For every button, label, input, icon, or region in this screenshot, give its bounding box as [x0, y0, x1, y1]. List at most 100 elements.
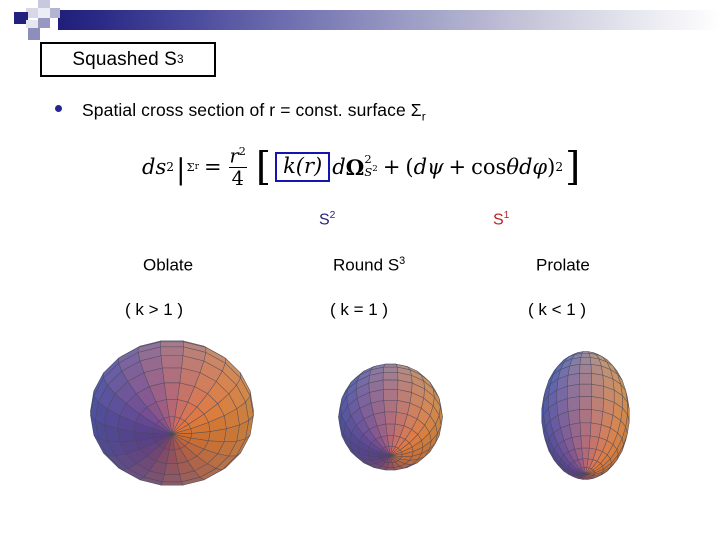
mesh-face: [578, 396, 593, 410]
s2-label: S2: [319, 210, 335, 229]
column-heading-prolate-text: Prolate: [536, 255, 590, 275]
figure-prolate-ellipsoid: [528, 338, 643, 493]
equation-lhs-superscript: 2: [166, 160, 174, 174]
ellipsoid-mesh: [90, 340, 254, 486]
ellipsoid-mesh: [338, 363, 443, 471]
k-value-oblate: ( k > 1 ): [125, 300, 184, 319]
equation-paren-open: (: [405, 155, 414, 179]
slide-title-box: Squashed S3: [40, 42, 216, 77]
mesh-face: [589, 422, 602, 438]
mesh-face: [579, 364, 592, 374]
mesh-face: [567, 396, 580, 412]
equation-dpsi: dψ: [413, 155, 444, 179]
deco-square: [50, 8, 60, 18]
mesh-face: [163, 463, 181, 475]
s2-label-base: S: [319, 211, 330, 229]
equation-bracket-open: [: [255, 145, 272, 191]
mesh-face: [160, 355, 184, 369]
equation-paren-superscript: 2: [555, 160, 564, 174]
header-gradient-bar: [58, 10, 720, 30]
mesh-face: [580, 352, 591, 358]
s1-label-superscript: 1: [503, 210, 510, 221]
mesh-face: [160, 346, 184, 357]
mesh-face: [569, 422, 582, 438]
omega-subscript-superscript: 2: [372, 164, 378, 175]
title-superscript: 3: [176, 53, 184, 66]
equation-restriction-subscript: r: [194, 162, 199, 172]
column-heading-prolate: Prolate: [536, 255, 590, 276]
ellipsoid-mesh: [541, 351, 630, 480]
mesh-face: [579, 409, 592, 424]
mesh-face: [591, 396, 604, 412]
bullet-text-main: Spatial cross section of r = const. surf…: [82, 100, 422, 120]
figure-oblate-ellipsoid: [82, 340, 262, 486]
column-heading-round-text: Round S: [333, 255, 400, 275]
omega-subscript: S2: [364, 165, 377, 178]
k-value-prolate: ( k < 1 ): [528, 300, 587, 319]
equation-lhs: ds: [142, 155, 167, 179]
bullet-dot-icon: [55, 105, 62, 112]
header-decoration: [0, 0, 720, 40]
mesh-face: [160, 341, 184, 348]
figure-round-sphere: [328, 352, 453, 482]
mesh-face: [383, 363, 398, 368]
boxed-k-term: k(r): [275, 151, 331, 183]
deco-square: [38, 8, 50, 18]
equation-cos: cos: [471, 155, 507, 179]
mesh-face: [384, 411, 397, 425]
equation-theta-dphi: θdφ: [506, 155, 548, 179]
column-heading-oblate: Oblate: [143, 255, 193, 276]
mesh-face: [578, 383, 593, 397]
fraction-numerator: r2: [227, 144, 249, 168]
column-heading-round-sup: 3: [399, 255, 406, 267]
mesh-face: [580, 435, 591, 449]
metric-equation: ds 2 | Σr = r2 4 [ k(r) d Ω 2 S2 + (dψ + cos θd…: [142, 138, 612, 196]
mesh-face: [581, 447, 590, 460]
mesh-face: [590, 409, 604, 425]
page-title: Squashed S3: [42, 44, 214, 75]
equation-plus-1: +: [382, 155, 401, 179]
mesh-face: [578, 373, 593, 385]
mesh-face: [591, 383, 604, 399]
equation-plus-2: +: [448, 155, 467, 179]
mesh-face: [160, 481, 184, 486]
deco-square: [26, 20, 38, 28]
equation-d-omega: d: [332, 155, 346, 179]
mesh-face: [385, 423, 396, 436]
bullet-row: Spatial cross section of r = const. surf…: [55, 100, 426, 124]
bullet-text: Spatial cross section of r = const. surf…: [82, 100, 426, 124]
mesh-face: [382, 379, 399, 390]
bullet-text-subscript: r: [421, 109, 426, 124]
equation-fraction: r2 4: [227, 144, 249, 189]
fraction-numerator-superscript: 2: [238, 144, 246, 158]
mesh-face: [579, 422, 592, 437]
mesh-face: [579, 357, 592, 365]
mesh-face: [383, 400, 398, 413]
s1-label: S1: [493, 210, 509, 229]
fraction-numerator-base: r: [229, 144, 239, 168]
s1-label-base: S: [493, 211, 504, 229]
equation-equals: =: [203, 155, 222, 179]
equation-omega-symbol: Ω: [345, 154, 365, 180]
equation-paren-close: ): [547, 155, 556, 179]
deco-square: [28, 28, 40, 40]
equation-restriction-bar: |: [175, 152, 186, 186]
k-value-round: ( k = 1 ): [330, 300, 389, 319]
column-heading-oblate-text: Oblate: [143, 255, 194, 275]
mesh-face: [567, 383, 580, 399]
mesh-face: [382, 372, 399, 381]
mesh-face: [162, 474, 182, 483]
fraction-denominator: 4: [228, 166, 247, 189]
column-heading-round: Round S3: [333, 255, 405, 276]
s2-label-superscript: 2: [329, 210, 336, 221]
deco-square: [38, 18, 50, 28]
mesh-face: [567, 409, 581, 425]
equation-bracket-close: ]: [565, 145, 581, 191]
mesh-face: [163, 382, 181, 400]
equation-restriction-symbol: Σ: [186, 160, 195, 174]
mesh-face: [383, 389, 398, 401]
title-main: Squashed S: [72, 48, 177, 70]
mesh-face: [382, 366, 399, 373]
equation-omega-indices: 2 S2: [364, 153, 377, 179]
mesh-face: [162, 367, 182, 384]
